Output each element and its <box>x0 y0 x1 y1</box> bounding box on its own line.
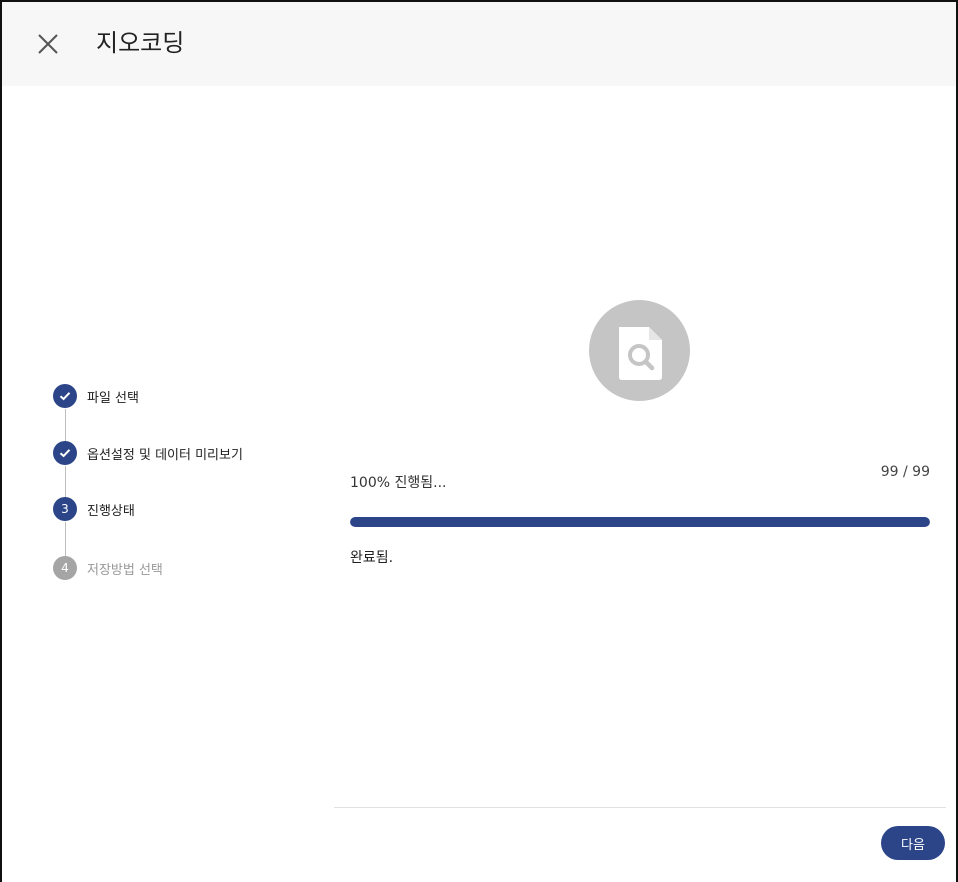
next-button[interactable]: 다음 <box>881 826 945 860</box>
step-number: 4 <box>53 556 77 580</box>
step-label: 진행상태 <box>87 503 135 519</box>
dialog-title: 지오코딩 <box>96 29 185 57</box>
check-icon <box>53 384 77 408</box>
step-label: 옵션설정 및 데이터 미리보기 <box>87 447 243 463</box>
step-progress[interactable]: 3 진행상태 <box>53 496 135 522</box>
step-file-select[interactable]: 파일 선택 <box>53 383 139 409</box>
dialog-header: 지오코딩 <box>2 2 956 86</box>
close-button[interactable] <box>32 28 64 60</box>
progress-label: 100% 진행됨... <box>350 475 447 491</box>
progress-count: 99 / 99 <box>880 464 930 480</box>
footer-divider <box>334 807 946 808</box>
check-icon <box>53 441 77 465</box>
progress-bar-fill <box>350 517 930 527</box>
step-options-preview[interactable]: 옵션설정 및 데이터 미리보기 <box>53 440 243 466</box>
step-save-method[interactable]: 4 저장방법 선택 <box>53 555 163 581</box>
step-number: 3 <box>53 497 77 521</box>
step-connector <box>65 522 66 557</box>
progress-bar <box>350 517 930 527</box>
step-label: 저장방법 선택 <box>87 562 163 578</box>
file-search-icon <box>589 300 690 401</box>
step-label: 파일 선택 <box>87 390 139 406</box>
close-icon <box>38 34 58 54</box>
status-text: 완료됨. <box>350 550 394 566</box>
